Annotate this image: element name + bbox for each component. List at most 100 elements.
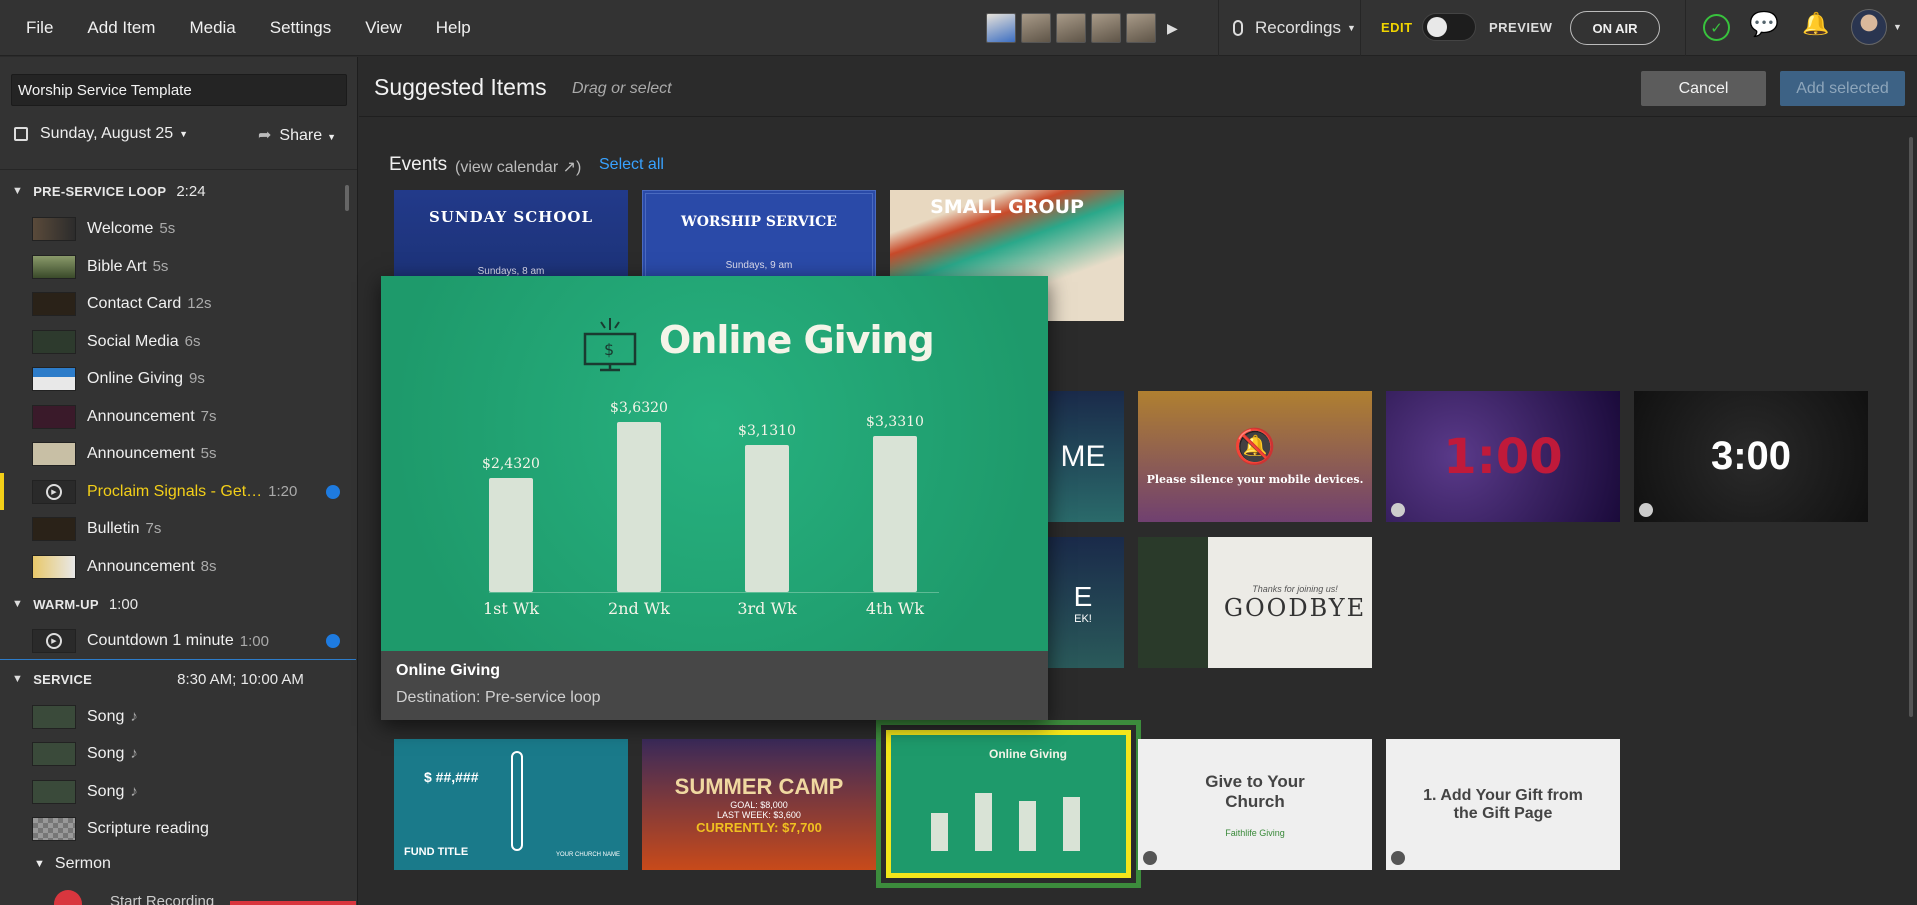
list-item[interactable]: Announcement 5s: [0, 435, 356, 472]
list-item[interactable]: Contact Card 12s: [0, 285, 356, 322]
item-label: Bulletin: [87, 519, 140, 537]
video-icon: [1143, 851, 1157, 865]
main-scrollbar[interactable]: [1909, 137, 1913, 717]
item-duration: 7s: [200, 408, 217, 425]
list-item[interactable]: Announcement 8s: [0, 548, 356, 585]
list-item[interactable]: ▶ Countdown 1 minute 1:00: [0, 623, 356, 660]
thumbnail: [32, 741, 76, 766]
silence-bell-icon: 🔕: [1233, 428, 1277, 466]
card-title: Give to Your Church: [1205, 771, 1305, 811]
section-name: PRE-SERVICE LOOP: [33, 183, 167, 199]
item-label: Announcement: [87, 444, 195, 462]
giving-card[interactable]: Give to Your Church Faithlife Giving: [1138, 739, 1372, 870]
card-subtitle: Thanks for joining us!: [1252, 583, 1338, 594]
expand-avatars-icon[interactable]: ▶: [1167, 20, 1178, 37]
chevron-down-icon[interactable]: ▼: [1893, 22, 1902, 32]
list-item[interactable]: Song ♪: [0, 698, 356, 735]
giving-card[interactable]: SUMMER CAMP GOAL: $8,000 LAST WEEK: $3,6…: [642, 739, 876, 870]
chart-bar: [489, 478, 533, 592]
view-calendar-link[interactable]: (view calendar ↗): [455, 157, 581, 177]
collapse-triangle-icon[interactable]: ▼: [34, 858, 45, 870]
menu-view[interactable]: View: [365, 18, 402, 38]
start-recording-label[interactable]: Start Recording: [110, 893, 214, 905]
panel-header: Suggested Items Drag or select Cancel Ad…: [359, 57, 1917, 117]
announcement-card[interactable]: Thanks for joining us! GOODBYE: [1138, 537, 1372, 668]
thumbnail: [32, 516, 76, 541]
sermon-label: Sermon: [54, 855, 111, 872]
collaborator-avatar[interactable]: [1126, 13, 1156, 43]
slide-preview: $ Online Giving $2,4320 1st Wk $3,6320 2nd …: [381, 276, 1048, 651]
list-item[interactable]: Welcome 5s: [0, 210, 356, 247]
date-dropdown[interactable]: Sunday, August 25 ▼: [14, 125, 188, 143]
section-pre-service-loop[interactable]: ▼ PRE-SERVICE LOOP 2:24: [0, 176, 356, 206]
video-play-icon: ▶: [46, 483, 62, 500]
service-plan-sidebar: Sunday, August 25 ▼ ➦ Share ▼ ▼ PRE-SERVIC…: [0, 57, 358, 905]
thumbnail: ▶: [32, 479, 76, 504]
card-title: Please silence your mobile devices.: [1146, 473, 1364, 486]
recordings-dropdown[interactable]: Recordings ▼: [1218, 0, 1356, 56]
chevron-down-icon: ▼: [1347, 23, 1356, 33]
list-item[interactable]: Song ♪: [0, 773, 356, 810]
menu-help[interactable]: Help: [436, 18, 471, 38]
countdown-card[interactable]: 3:00: [1634, 391, 1868, 522]
active-indicator: [0, 473, 4, 510]
list-item[interactable]: Bulletin 7s: [0, 510, 356, 547]
menu-add-item[interactable]: Add Item: [87, 18, 155, 38]
card-subtitle: CURRENTLY: $7,700: [696, 820, 822, 835]
thumbnail: [32, 816, 76, 841]
cancel-button[interactable]: Cancel: [1641, 71, 1766, 106]
collaborator-avatar[interactable]: [1021, 13, 1051, 43]
template-name-input[interactable]: [11, 74, 347, 106]
chart-value-label: $2,4320: [482, 456, 540, 473]
collaborator-avatar[interactable]: [986, 13, 1016, 43]
record-icon[interactable]: [54, 890, 82, 905]
user-avatar[interactable]: [1851, 9, 1887, 45]
list-item[interactable]: Bible Art 5s: [0, 248, 356, 285]
menu-media[interactable]: Media: [189, 18, 235, 38]
menu-settings[interactable]: Settings: [270, 18, 331, 38]
chat-icon[interactable]: 💬: [1749, 10, 1779, 39]
announcement-card[interactable]: ME: [1042, 391, 1124, 522]
thumbnail: [32, 441, 76, 466]
card-title: Online Giving: [989, 747, 1068, 761]
collapse-triangle-icon[interactable]: ▼: [12, 598, 23, 610]
list-item-active[interactable]: ▶ Proclaim Signals - Get… 1:20: [0, 473, 356, 510]
sermon-group[interactable]: ▼ Sermon: [0, 849, 356, 879]
card-title: SUMMER CAMP: [674, 774, 844, 799]
list-item[interactable]: Song ♪: [0, 735, 356, 772]
add-selected-button[interactable]: Add selected: [1780, 71, 1905, 106]
menu-file[interactable]: File: [26, 18, 53, 38]
playing-indicator-icon: [326, 634, 340, 648]
share-button[interactable]: ➦ Share ▼: [258, 125, 336, 145]
announcement-card[interactable]: E EK!: [1042, 537, 1124, 668]
external-link-icon: ↗: [562, 159, 577, 176]
mini-bar: [1063, 797, 1080, 851]
countdown-card[interactable]: 1:00: [1386, 391, 1620, 522]
giving-card[interactable]: 1. Add Your Gift from the Gift Page: [1386, 739, 1620, 870]
collapse-triangle-icon[interactable]: ▼: [12, 673, 23, 685]
collapse-triangle-icon[interactable]: ▼: [12, 185, 23, 197]
thumbnail: [32, 704, 76, 729]
view-calendar-text: (view calendar: [455, 159, 559, 176]
item-duration: 12s: [187, 295, 212, 312]
select-all-link[interactable]: Select all: [599, 156, 664, 174]
collaborator-avatar[interactable]: [1091, 13, 1121, 43]
giving-card[interactable]: $ ##,### FUND TITLE YOUR CHURCH NAME: [394, 739, 628, 870]
list-item[interactable]: Scripture reading: [0, 810, 356, 847]
giving-card-selected[interactable]: Online Giving: [886, 730, 1131, 878]
section-warm-up[interactable]: ▼ WARM-UP 1:00: [0, 589, 356, 619]
sync-status-check-icon[interactable]: ✓: [1703, 14, 1730, 41]
list-item[interactable]: Announcement 7s: [0, 398, 356, 435]
item-label: Scripture reading: [87, 819, 209, 837]
list-item[interactable]: Online Giving 9s: [0, 360, 356, 397]
list-item[interactable]: Social Media 6s: [0, 323, 356, 360]
announcement-card[interactable]: 🔕 Please silence your mobile devices.: [1138, 391, 1372, 522]
chart-bar: [745, 445, 789, 592]
section-service[interactable]: ▼ SERVICE 8:30 AM; 10:00 AM: [0, 664, 356, 694]
edit-preview-toggle[interactable]: [1422, 13, 1476, 41]
collaborator-avatar[interactable]: [1056, 13, 1086, 43]
bell-icon[interactable]: 🔔: [1802, 11, 1829, 37]
thumbnail: ▶: [32, 629, 76, 653]
on-air-button[interactable]: ON AIR: [1570, 11, 1660, 45]
thermometer-icon: [511, 751, 523, 851]
